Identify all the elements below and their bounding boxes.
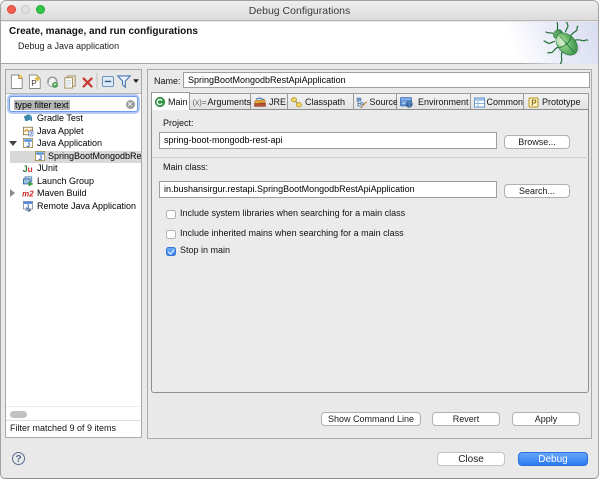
svg-text:m2: m2 xyxy=(22,189,34,198)
svg-text:P: P xyxy=(31,79,36,88)
svg-text:J: J xyxy=(38,154,42,161)
svg-text:J: J xyxy=(30,131,32,136)
svg-text:J: J xyxy=(26,204,29,210)
svg-text:P: P xyxy=(531,99,537,108)
svg-text:J: J xyxy=(26,142,30,149)
svg-text:u: u xyxy=(28,164,33,174)
